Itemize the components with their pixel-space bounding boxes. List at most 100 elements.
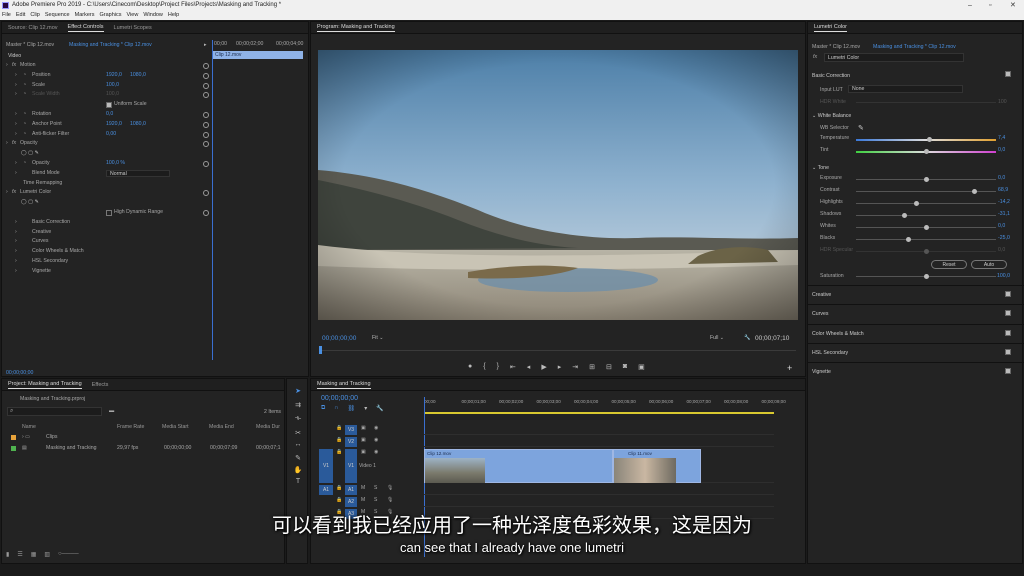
step-back-icon[interactable]: ◂	[527, 363, 531, 373]
wrench-icon[interactable]: 🔧	[744, 335, 750, 341]
slip-tool-icon[interactable]: ↔	[293, 441, 303, 451]
ec-footer-time[interactable]: 00;00;00;00	[6, 370, 33, 376]
slider-knob[interactable]	[926, 137, 932, 142]
track-lock-icon[interactable]: 🔒	[336, 485, 342, 491]
effect-value-2[interactable]: 1080,0	[130, 71, 146, 81]
slider-value[interactable]: 0,0	[998, 223, 1005, 229]
tab-lumetri-scopes[interactable]: Lumetri Scopes	[114, 25, 152, 31]
expand-chevron-icon[interactable]: ›	[15, 218, 17, 228]
menu-item-graphics[interactable]: Graphics	[100, 11, 122, 20]
fx-icon[interactable]: fx	[12, 61, 16, 71]
reset-parameter-icon[interactable]	[203, 210, 209, 216]
play-clip-icon[interactable]: ▸	[204, 42, 207, 48]
reset-parameter-icon[interactable]	[203, 131, 209, 138]
comparison-view-icon[interactable]: ▣	[638, 363, 645, 373]
program-scrubber[interactable]	[320, 350, 796, 351]
blend-mode-select[interactable]: Normal	[106, 169, 170, 177]
menu-item-clip[interactable]: Clip	[30, 11, 39, 20]
lumetri-master-label[interactable]: Master * Clip 12.mov	[812, 44, 860, 50]
expand-chevron-icon[interactable]: ›	[15, 71, 17, 81]
ec-clip-bar[interactable]: Clip 12.mov	[213, 51, 303, 59]
timeline-ruler[interactable]: 00;00 00;00;01;00 00;00;02;00 00;00;03;00 00…	[424, 399, 786, 409]
section-checkbox[interactable]	[1005, 329, 1011, 336]
lumetri-section-header[interactable]: Vignette	[808, 362, 1024, 381]
hdr-checkbox[interactable]	[106, 210, 112, 216]
effect-value-2[interactable]: 1080,0	[130, 120, 146, 130]
go-to-in-icon[interactable]: ⇤	[510, 363, 516, 373]
add-marker-icon[interactable]: ●	[468, 363, 472, 373]
effect-select[interactable]: Lumetri Color	[824, 53, 964, 62]
hand-tool-icon[interactable]: ✋	[293, 466, 303, 476]
reset-parameter-icon[interactable]	[203, 190, 209, 197]
col-name[interactable]: Name	[22, 424, 36, 430]
col-media-end[interactable]: Media End	[209, 424, 234, 430]
menu-item-markers[interactable]: Markers	[75, 11, 95, 20]
expand-chevron-icon[interactable]: ›	[15, 228, 17, 238]
reset-parameter-icon[interactable]	[203, 121, 209, 128]
slider-value[interactable]: 68,9	[998, 187, 1008, 193]
quality-select[interactable]: Full ⌄	[710, 335, 724, 341]
slider-value[interactable]: 0,0	[998, 247, 1005, 253]
slider-knob[interactable]	[971, 189, 977, 194]
pen-tool-icon[interactable]: ✎	[293, 454, 303, 464]
step-forward-icon[interactable]: ▸	[558, 363, 562, 373]
menu-item-sequence[interactable]: Sequence	[45, 11, 70, 20]
expand-chevron-icon[interactable]: ›	[6, 188, 8, 198]
timeline-title[interactable]: Masking and Tracking	[317, 381, 371, 389]
nest-icon[interactable]: ⧉	[321, 405, 325, 413]
effect-value[interactable]: 0,00	[106, 130, 116, 140]
slider-knob[interactable]	[914, 201, 920, 206]
section-checkbox[interactable]	[1005, 368, 1011, 375]
project-item[interactable]: ▤ Masking and Tracking 29,97 fps 00;00;00;0…	[2, 444, 286, 454]
zoom-select[interactable]: Fit ⌄	[372, 335, 384, 341]
stopwatch-icon[interactable]: ◔	[23, 90, 26, 100]
slider-value[interactable]: 7,4	[998, 135, 1005, 141]
track-name[interactable]: V2	[345, 437, 357, 447]
slider-value[interactable]: -25,0	[998, 235, 1010, 241]
reset-parameter-icon[interactable]	[203, 63, 209, 69]
work-area-bar[interactable]	[424, 412, 774, 414]
stopwatch-icon[interactable]: ◔	[23, 130, 26, 140]
tab-effect-controls[interactable]: Effect Controls	[67, 24, 104, 32]
saturation-value[interactable]: 100,0	[997, 273, 1010, 279]
reset-parameter-icon[interactable]	[203, 82, 209, 89]
slider-track[interactable]	[856, 225, 996, 230]
lumetri-section-header[interactable]: Color Wheels & Match	[808, 323, 1024, 343]
reset-parameter-icon[interactable]	[203, 112, 209, 118]
slider-knob[interactable]	[924, 149, 929, 154]
expand-chevron-icon[interactable]: ›	[15, 169, 17, 179]
slider-value[interactable]: -31,1	[998, 211, 1010, 217]
track-name[interactable]: V3	[345, 425, 357, 435]
track-lock-icon[interactable]: 🔒	[336, 497, 342, 503]
menu-item-file[interactable]: File	[2, 11, 11, 20]
track-target-toggle[interactable]	[319, 437, 333, 447]
solo-icon[interactable]: S	[374, 485, 377, 491]
col-media-start[interactable]: Media Start	[162, 424, 189, 430]
slider-knob[interactable]	[905, 237, 911, 242]
timeline-settings-icon[interactable]: 🔧	[376, 405, 383, 413]
slider-track[interactable]	[856, 237, 996, 242]
program-video-frame[interactable]	[318, 50, 798, 320]
effect-value[interactable]: 100,0	[106, 90, 119, 100]
stopwatch-icon[interactable]: ◔	[23, 81, 26, 91]
eyedropper-icon[interactable]: ✎	[858, 124, 864, 132]
track-target-toggle[interactable]	[319, 425, 333, 435]
col-frame-rate[interactable]: Frame Rate	[117, 424, 144, 430]
type-tool-icon[interactable]: T	[293, 478, 303, 488]
slider-track[interactable]	[856, 189, 996, 194]
basic-correction-checkbox[interactable]	[1005, 71, 1011, 77]
lumetri-title[interactable]: Lumetri Color	[814, 24, 848, 32]
stopwatch-icon[interactable]: ◔	[23, 120, 26, 130]
track-lock-icon[interactable]: 🔒	[336, 449, 342, 455]
track-target-toggle[interactable]: A1	[319, 485, 333, 495]
section-checkbox[interactable]	[1005, 291, 1011, 297]
expand-chevron-icon[interactable]: ›	[15, 257, 17, 267]
input-lut-select[interactable]: None	[848, 85, 963, 93]
slider-value[interactable]: 0,0	[998, 147, 1005, 153]
sync-lock-icon[interactable]: ▣	[361, 425, 366, 431]
master-clip-label[interactable]: Master * Clip 12.mov	[6, 42, 54, 48]
timeline-clip[interactable]: Clip 12.mov	[424, 449, 613, 483]
add-marker-timeline-icon[interactable]: ▾	[364, 405, 367, 413]
selection-tool-icon[interactable]: ➤	[293, 387, 303, 397]
stopwatch-icon[interactable]: ◔	[23, 159, 26, 169]
